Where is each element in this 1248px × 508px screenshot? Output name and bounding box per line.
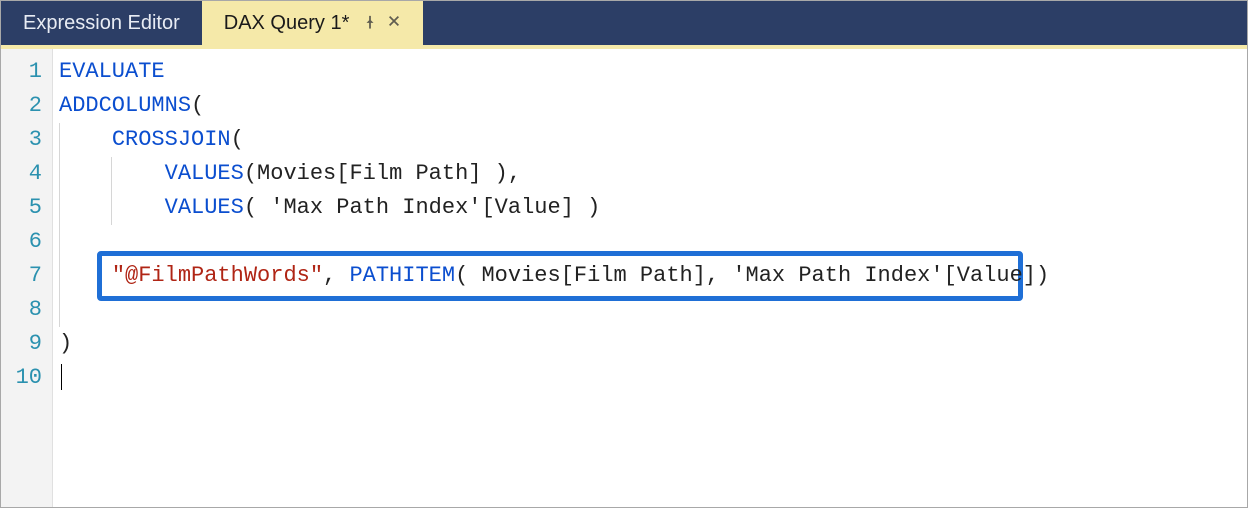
tab-expression-editor[interactable]: Expression Editor [1,1,202,45]
code-line-3[interactable]: CROSSJOIN( [59,123,1247,157]
punctuation: ), [481,161,521,186]
line-number: 6 [1,225,52,259]
identifier: Movies[Film Path] [481,263,705,288]
text-caret [61,364,62,390]
punctuation: ( [231,127,244,152]
punctuation: ( [191,93,204,118]
line-number: 2 [1,89,52,123]
tab-label: Expression Editor [23,12,180,35]
function-name: VALUES [165,195,244,220]
code-line-2[interactable]: ADDCOLUMNS( [59,89,1247,123]
punctuation: ( [244,161,257,186]
code-line-5[interactable]: VALUES( 'Max Path Index'[Value] ) [59,191,1247,225]
line-number-gutter: 1 2 3 4 5 6 7 8 9 10 [1,49,53,507]
punctuation: ) [1036,263,1049,288]
line-number: 8 [1,293,52,327]
code-line-8[interactable] [59,293,1247,327]
identifier: Movies[Film Path] [257,161,481,186]
punctuation: ) [59,331,72,356]
code-line-6[interactable]: ) [59,225,1247,259]
punctuation: , [323,263,349,288]
close-icon[interactable] [387,14,401,33]
code-line-4[interactable]: VALUES(Movies[Film Path] ), [59,157,1247,191]
tab-bar: Expression Editor DAX Query 1* [1,1,1247,49]
line-number: 3 [1,123,52,157]
punctuation: , [706,263,732,288]
identifier: 'Max Path Index'[Value] [270,195,574,220]
punctuation: ( [244,195,270,220]
keyword: EVALUATE [59,59,165,84]
code-line-7[interactable]: "@FilmPathWords", PATHITEM( Movies[Film … [59,259,1247,293]
tab-dax-query-1[interactable]: DAX Query 1* [202,1,424,45]
code-line-9[interactable]: ) [59,327,1247,361]
line-number: 5 [1,191,52,225]
code-line-10[interactable] [59,361,1247,395]
line-number: 9 [1,327,52,361]
line-number: 4 [1,157,52,191]
line-number: 1 [1,55,52,89]
line-number: 10 [1,361,52,395]
dax-editor-window: Expression Editor DAX Query 1* 1 2 3 4 5… [0,0,1248,508]
pin-icon[interactable] [363,15,377,32]
editor-area[interactable]: 1 2 3 4 5 6 7 8 9 10 EVALUATE ADDCOLUMNS… [1,49,1247,507]
code-line-1[interactable]: EVALUATE [59,55,1247,89]
line-number: 7 [1,259,52,293]
tab-label: DAX Query 1* [224,12,350,35]
function-name: VALUES [165,161,244,186]
punctuation: ) [574,195,600,220]
string-literal: "@FilmPathWords" [112,263,323,288]
punctuation: ( [455,263,481,288]
code-pane[interactable]: EVALUATE ADDCOLUMNS( CROSSJOIN( VALUES(M… [53,49,1247,507]
function-name: PATHITEM [349,263,455,288]
identifier: 'Max Path Index'[Value] [732,263,1036,288]
function-name: CROSSJOIN [112,127,231,152]
function-name: ADDCOLUMNS [59,93,191,118]
